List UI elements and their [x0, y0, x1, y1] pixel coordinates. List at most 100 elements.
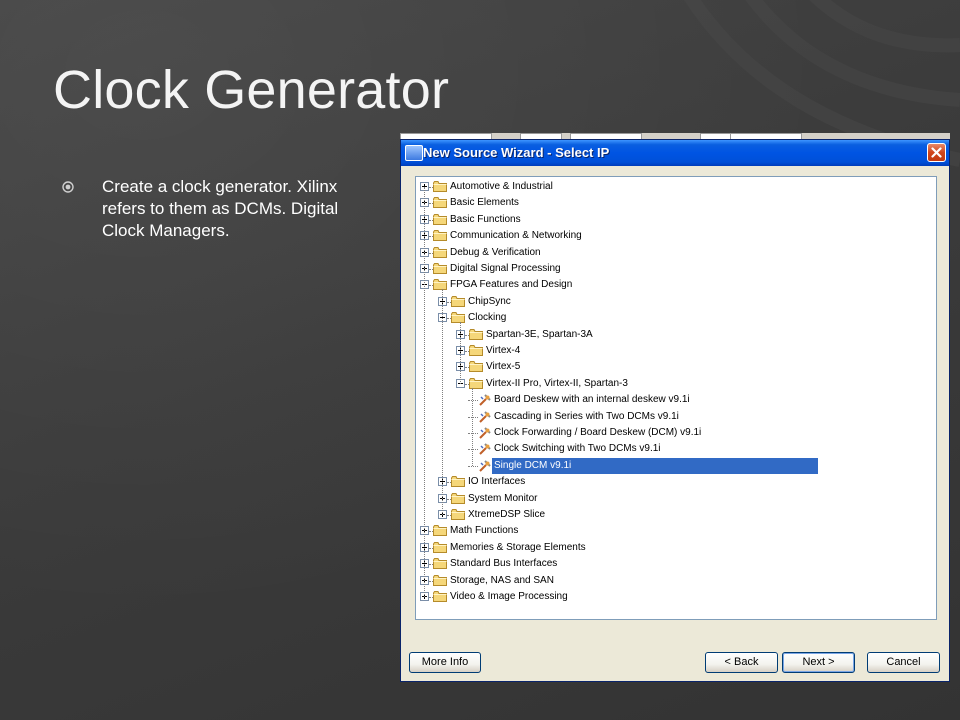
tree-item-label: Math Functions	[450, 525, 519, 537]
folder-icon	[433, 263, 447, 274]
tree-item-label: System Monitor	[468, 492, 538, 504]
tree-item-label: Clocking	[468, 312, 507, 324]
close-icon	[931, 147, 942, 158]
folder-icon	[469, 361, 483, 373]
folder-icon	[451, 476, 465, 488]
more-info-button[interactable]: More Info	[409, 652, 481, 673]
ip-tree-view[interactable]: Automotive & Industrial Basic Elements Bas…	[415, 176, 937, 620]
tree-item-label: Communication & Networking	[450, 230, 582, 242]
tree-connector	[468, 465, 478, 467]
folder-icon	[433, 181, 447, 192]
tree-item-folder[interactable]: Basic Elements	[416, 195, 936, 211]
folder-icon	[469, 328, 483, 340]
tree-item-label: Storage, NAS and SAN	[450, 574, 554, 586]
tree-item-label: Clock Switching with Two DCMs v9.1i	[494, 443, 661, 455]
tree-item-folder[interactable]: Math Functions	[416, 523, 936, 539]
tree-item-label: Virtex-4	[486, 345, 521, 356]
folder-icon	[451, 295, 465, 307]
tree-connector	[468, 449, 478, 451]
ip-core-icon	[479, 443, 491, 456]
tree-item-label: Clock Forwarding / Board Deskew (DCM) v9…	[494, 427, 702, 438]
tree-item-label: Cascading in Series with Two DCMs v9.1i	[494, 410, 679, 422]
tree-connector	[424, 187, 425, 597]
tree-item-label: Memories & Storage Elements	[450, 541, 586, 553]
tree-item-folder[interactable]: Communication & Networking	[416, 228, 936, 244]
tree-item-folder[interactable]: Video & Image Processing	[416, 589, 936, 605]
tree-item-label: Board Deskew with an internal deskew v9.…	[494, 394, 690, 406]
wizard-icon	[405, 145, 423, 161]
tree-item-label: Video & Image Processing	[450, 591, 568, 602]
tree-item-folder[interactable]: Digital Signal Processing	[416, 261, 936, 277]
bullet-icon	[62, 181, 74, 193]
tree-item-folder[interactable]: System Monitor	[416, 491, 936, 507]
tree-item-folder[interactable]: Virtex-4	[416, 343, 936, 359]
tree-item-folder[interactable]: IO Interfaces	[416, 474, 936, 490]
tree-item-label: Virtex-5	[486, 361, 521, 373]
close-button[interactable]	[927, 143, 946, 162]
folder-icon	[451, 492, 465, 504]
ip-core-icon	[479, 410, 491, 423]
tree-connector	[460, 322, 461, 384]
tree-item-folder[interactable]: Clocking	[416, 310, 936, 326]
tree-item-folder[interactable]: FPGA Features and Design	[416, 277, 936, 293]
next-button[interactable]: Next >	[782, 652, 855, 673]
tree-item-folder[interactable]: ChipSync	[416, 294, 936, 310]
folder-icon	[433, 541, 447, 553]
folder-icon	[433, 574, 447, 586]
folder-icon	[451, 509, 465, 520]
folder-icon	[433, 558, 447, 570]
slide-title: Clock Generator	[53, 60, 450, 120]
folder-icon	[433, 591, 447, 602]
tree-item-folder[interactable]: Basic Functions	[416, 212, 936, 228]
tree-item-label: Basic Elements	[450, 197, 519, 209]
tree-item-folder[interactable]: Standard Bus Interfaces	[416, 556, 936, 572]
folder-icon	[433, 246, 447, 258]
tree-item-folder[interactable]: Virtex-5	[416, 359, 936, 375]
tree-connector	[468, 416, 478, 418]
tree-item-folder[interactable]: Virtex-II Pro, Virtex-II, Spartan-3	[416, 376, 936, 392]
ip-core-icon	[479, 460, 491, 472]
tree-item-label: Virtex-II Pro, Virtex-II, Spartan-3	[486, 377, 628, 389]
folder-icon	[433, 279, 447, 291]
tree-connector	[468, 400, 478, 402]
new-source-wizard-dialog: New Source Wizard - Select IP Automotive…	[400, 139, 950, 682]
bullet-text: Create a clock generator. Xilinx refers …	[102, 177, 339, 240]
tree-item-folder[interactable]: Spartan-3E, Spartan-3A	[416, 327, 936, 343]
back-button[interactable]: < Back	[705, 652, 778, 673]
dialog-titlebar[interactable]: New Source Wizard - Select IP	[401, 140, 949, 166]
tree-item-ip-core[interactable]: Clock Switching with Two DCMs v9.1i	[416, 441, 936, 457]
tree-item-ip-core[interactable]: Cascading in Series with Two DCMs v9.1i	[416, 409, 936, 425]
folder-icon	[433, 197, 447, 209]
dialog-title: New Source Wizard - Select IP	[423, 145, 610, 160]
folder-icon	[469, 345, 483, 356]
tree-item-folder[interactable]: XtremeDSP Slice	[416, 507, 936, 523]
tree-connector	[442, 289, 443, 515]
folder-icon	[451, 312, 465, 324]
tree-item-ip-core[interactable]: Single DCM v9.1i	[416, 457, 936, 474]
tree-item-ip-core[interactable]: Board Deskew with an internal deskew v9.…	[416, 392, 936, 408]
tree-item-ip-core[interactable]: Clock Forwarding / Board Deskew (DCM) v9…	[416, 425, 936, 441]
tree-item-label: IO Interfaces	[468, 476, 526, 488]
tree-item-label: FPGA Features and Design	[450, 279, 573, 291]
tree-item-folder[interactable]: Memories & Storage Elements	[416, 540, 936, 556]
tree-item-label: Single DCM v9.1i	[492, 457, 818, 474]
folder-icon	[433, 213, 447, 225]
tree-item-label: Automotive & Industrial	[450, 181, 553, 192]
folder-icon	[433, 230, 447, 242]
tree-item-label: Debug & Verification	[450, 246, 541, 258]
tree-item-label: Standard Bus Interfaces	[450, 558, 558, 570]
cancel-button[interactable]: Cancel	[867, 652, 940, 673]
tree-item-label: Basic Functions	[450, 213, 521, 225]
tree-item-folder[interactable]: Debug & Verification	[416, 245, 936, 261]
tree-item-folder[interactable]: Storage, NAS and SAN	[416, 573, 936, 589]
tree-item-label: XtremeDSP Slice	[468, 509, 546, 520]
tree-item-folder[interactable]: Automotive & Industrial	[416, 179, 936, 195]
screenshot-image: New Source Wizard - Select IP Automotive…	[400, 133, 950, 682]
ip-core-icon	[479, 427, 491, 439]
bullet-item: Create a clock generator. Xilinx refers …	[62, 176, 362, 242]
tree-item-label: ChipSync	[468, 295, 511, 307]
tree-item-label: Spartan-3E, Spartan-3A	[486, 328, 593, 340]
tree-connector	[472, 387, 473, 466]
tree-item-label: Digital Signal Processing	[450, 263, 561, 274]
tree-connector	[468, 433, 478, 434]
